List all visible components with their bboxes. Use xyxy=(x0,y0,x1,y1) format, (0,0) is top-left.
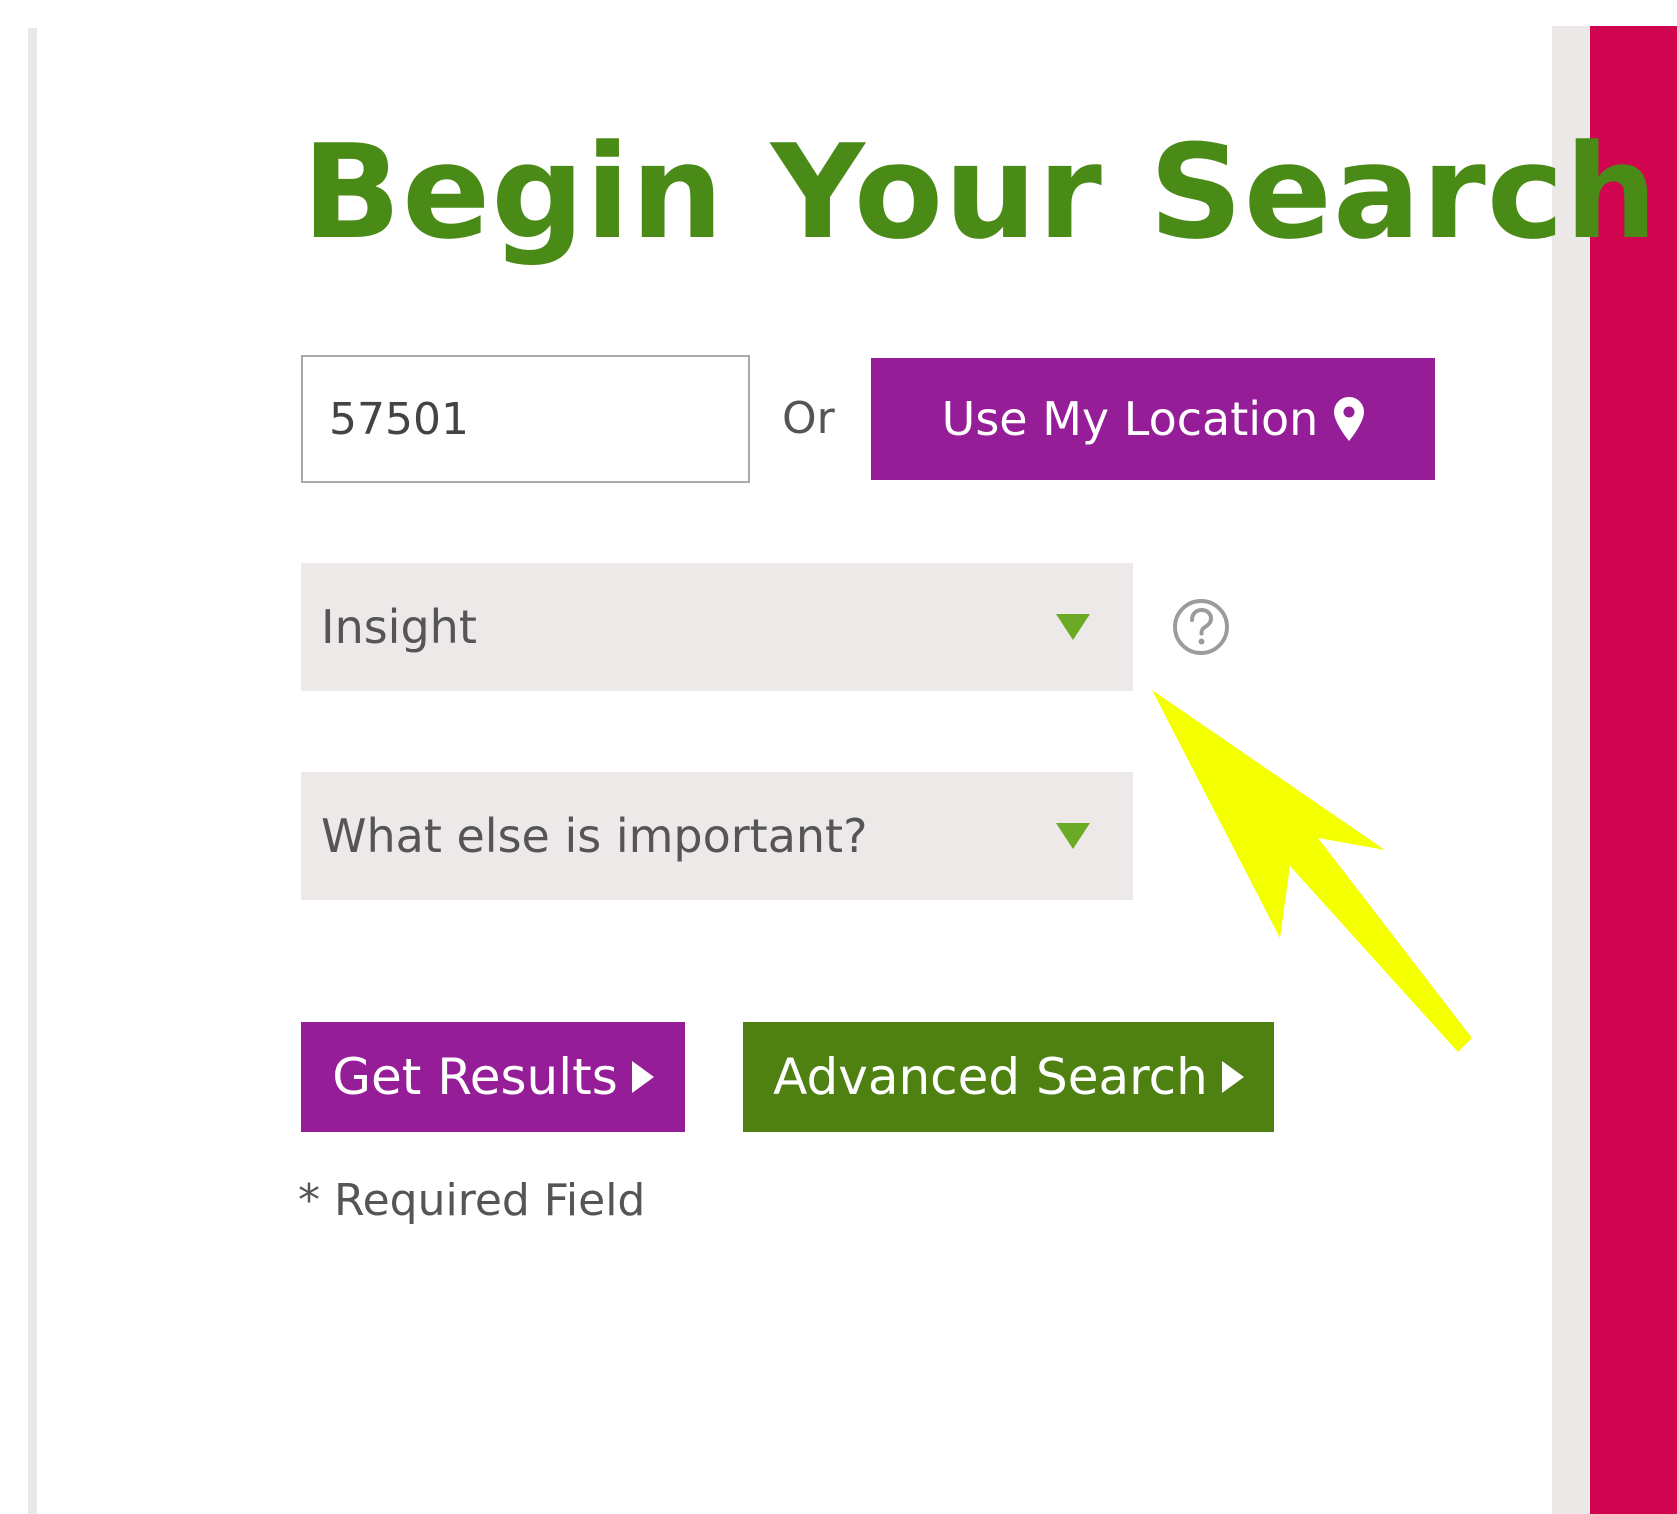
triangle-down-icon xyxy=(1055,612,1091,642)
use-my-location-button[interactable]: Use My Location xyxy=(871,358,1435,480)
what-else-important-value: What else is important? xyxy=(321,809,868,863)
use-my-location-label: Use My Location xyxy=(941,392,1319,446)
left-divider xyxy=(28,28,37,1514)
page: Begin Your Search Or Use My Location Ins… xyxy=(0,0,1677,1514)
insight-select-value: Insight xyxy=(321,600,477,654)
required-field-note: * Required Field xyxy=(298,1175,646,1226)
map-pin-icon xyxy=(1334,397,1365,441)
zip-input[interactable] xyxy=(301,355,750,483)
triangle-right-icon xyxy=(1221,1061,1244,1093)
get-results-button[interactable]: Get Results xyxy=(301,1022,685,1132)
get-results-label: Get Results xyxy=(332,1048,618,1106)
what-else-important-select[interactable]: What else is important? xyxy=(301,772,1133,900)
insight-select[interactable]: Insight xyxy=(301,563,1133,691)
annotation-arrow xyxy=(1152,690,1472,1052)
page-title: Begin Your Search xyxy=(302,116,1659,268)
question-circle-icon[interactable] xyxy=(1171,597,1231,657)
or-label: Or xyxy=(782,393,835,444)
triangle-right-icon xyxy=(631,1061,654,1093)
triangle-down-icon xyxy=(1055,821,1091,851)
